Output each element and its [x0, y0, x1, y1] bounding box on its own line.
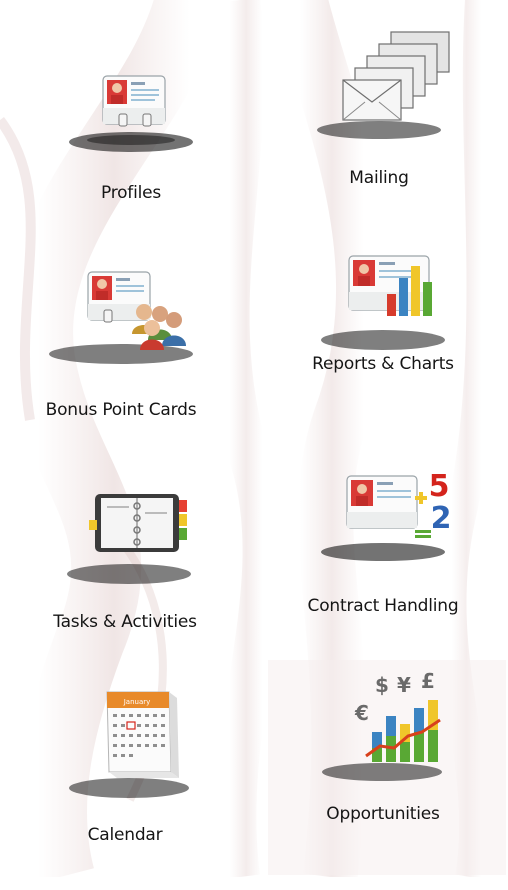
- tile-contract-handling[interactable]: 5 2 Contract Handling: [268, 470, 498, 680]
- tile-calendar-label: Calendar: [87, 825, 163, 845]
- tile-contract-handling-label: Contract Handling: [307, 596, 459, 616]
- tile-reports-charts-label: Reports & Charts: [312, 354, 454, 374]
- tile-profiles-label: Profiles: [100, 183, 162, 203]
- profile-card-numbers-icon: 5 2: [268, 470, 498, 610]
- yen-sign: ¥: [397, 673, 411, 697]
- tile-tasks-activities-label: Tasks & Activities: [53, 612, 197, 632]
- organizer-book-icon: [10, 476, 240, 616]
- tile-mailing[interactable]: Mailing: [264, 22, 494, 232]
- calendar-month: January: [123, 698, 151, 706]
- tile-opportunities-label: Opportunities: [326, 804, 440, 824]
- euro-sign: €: [354, 701, 369, 725]
- tile-opportunities[interactable]: € $ ¥ £ Opportunities: [268, 660, 498, 870]
- tile-reports-charts[interactable]: Reports & Charts: [268, 240, 498, 450]
- profile-card-icon: [16, 40, 246, 180]
- dollar-sign: $: [375, 673, 389, 697]
- profile-card-group-icon: [6, 258, 236, 398]
- calendar-icon: January: [10, 680, 240, 820]
- tile-bonus-point-cards-label: Bonus Point Cards: [45, 400, 197, 420]
- tile-tasks-activities[interactable]: Tasks & Activities: [10, 476, 240, 686]
- currency-chart-icon: € $ ¥ £: [268, 660, 498, 800]
- envelopes-icon: [264, 22, 494, 162]
- tile-calendar[interactable]: January Calendar: [10, 680, 240, 890]
- digit-two: 2: [431, 501, 452, 536]
- tile-mailing-label: Mailing: [349, 168, 409, 188]
- pound-sign: £: [421, 669, 435, 693]
- tile-bonus-point-cards[interactable]: Bonus Point Cards: [6, 258, 236, 468]
- tile-profiles[interactable]: Profiles: [16, 40, 246, 250]
- digit-five: 5: [429, 470, 450, 504]
